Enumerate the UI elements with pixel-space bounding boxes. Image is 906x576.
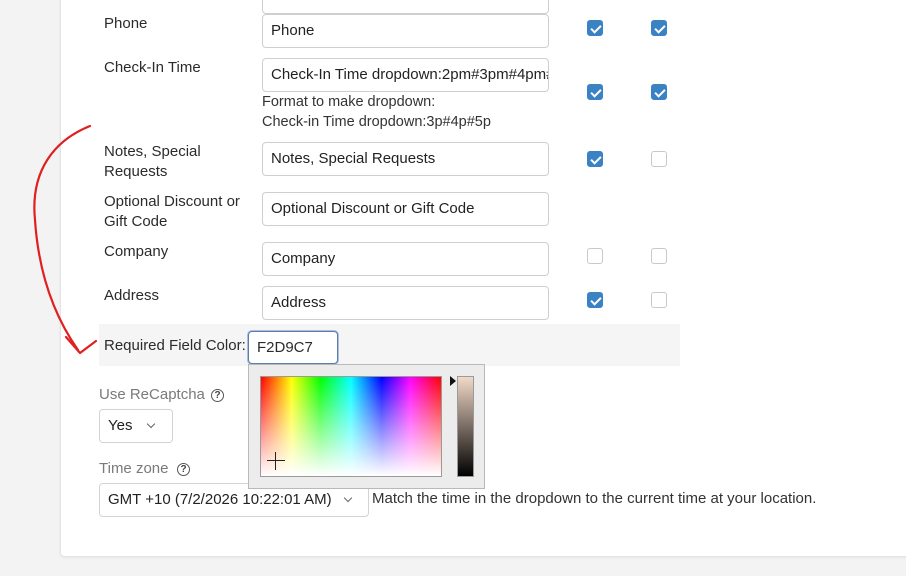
recaptcha-help-icon[interactable]: ? <box>211 389 224 402</box>
discount-label: Optional Discount or Gift Code <box>104 193 240 230</box>
timezone-help-icon[interactable]: ? <box>177 463 190 476</box>
checkin-hint-line1: Format to make dropdown: <box>262 94 436 110</box>
checkin-label: Check-In Time <box>104 59 201 76</box>
timezone-select-value: GMT +10 (7/2/2026 10:22:01 AM) <box>108 491 332 508</box>
address-show-checkbox[interactable] <box>587 292 603 308</box>
color-saturation-value-area[interactable] <box>260 376 442 477</box>
crosshair-cursor-icon <box>275 452 276 470</box>
recaptcha-select-value: Yes <box>108 417 133 434</box>
crosshair-cursor-icon <box>267 460 285 461</box>
timezone-label: Time zone <box>99 460 169 477</box>
address-required-checkbox[interactable] <box>651 292 667 308</box>
notes-input[interactable]: Notes, Special Requests <box>262 142 549 176</box>
checkin-input[interactable]: Check-In Time dropdown:2pm#3pm#4pm#5pm <box>262 58 549 92</box>
address-input[interactable]: Address <box>262 286 549 320</box>
checkin-show-checkbox[interactable] <box>587 84 603 100</box>
company-required-checkbox[interactable] <box>651 248 667 264</box>
phone-required-checkbox[interactable] <box>651 20 667 36</box>
notes-required-checkbox[interactable] <box>651 151 667 167</box>
address-label: Address <box>104 287 160 304</box>
color-brightness-slider[interactable] <box>457 376 474 477</box>
required-color-label: Required Field Color: <box>104 337 246 354</box>
company-label: Company <box>104 243 169 260</box>
recaptcha-select[interactable]: Yes <box>99 409 173 443</box>
phone-input[interactable]: Phone <box>262 14 549 48</box>
notes-label: Notes, Special Requests <box>104 143 201 180</box>
color-picker-popup[interactable] <box>248 364 485 489</box>
company-input[interactable]: Company <box>262 242 549 276</box>
notes-show-checkbox[interactable] <box>587 151 603 167</box>
checkin-required-checkbox[interactable] <box>651 84 667 100</box>
required-color-input[interactable]: F2D9C7 <box>248 331 338 364</box>
company-show-checkbox[interactable] <box>587 248 603 264</box>
timezone-note: Match the time in the dropdown to the cu… <box>372 490 817 507</box>
top-partial-input[interactable] <box>262 0 549 14</box>
recaptcha-label: Use ReCaptcha <box>99 386 205 403</box>
checkin-hint-line2: Check-in Time dropdown:3p#4p#5p <box>262 114 491 130</box>
phone-show-checkbox[interactable] <box>587 20 603 36</box>
slider-pointer-icon[interactable] <box>450 376 456 386</box>
phone-label: Phone <box>104 15 148 32</box>
discount-input[interactable]: Optional Discount or Gift Code <box>262 192 549 226</box>
